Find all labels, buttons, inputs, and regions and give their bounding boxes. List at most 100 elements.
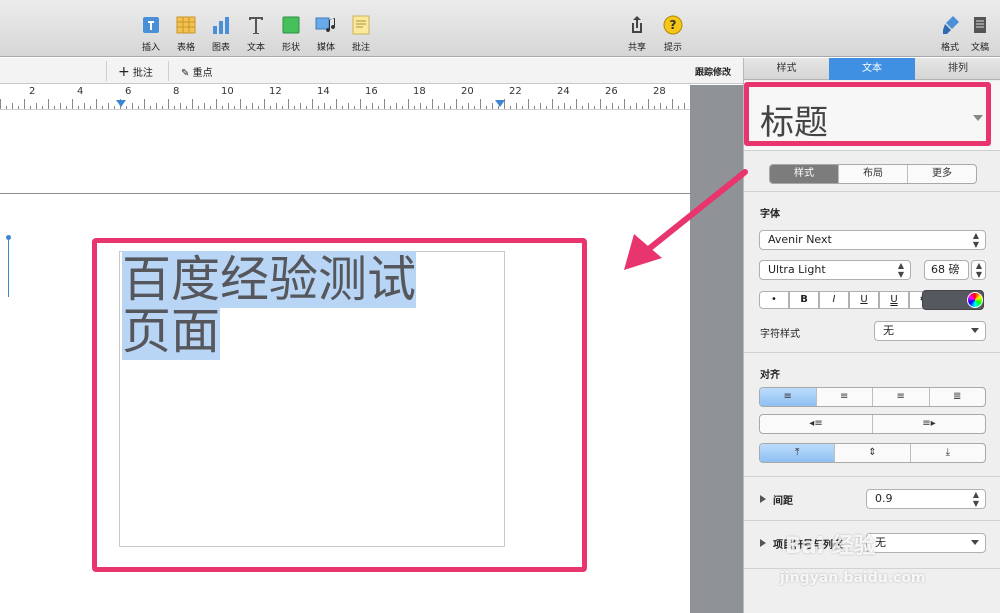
chart-button[interactable]: 图表 [203, 14, 239, 54]
align-right-button[interactable]: ≡ [873, 388, 930, 406]
ruler-tick [18, 106, 19, 109]
table-button[interactable]: 表格 [168, 14, 204, 54]
ruler-tick [312, 99, 313, 109]
color-wheel-icon[interactable] [967, 292, 983, 308]
ruler-number: 18 [413, 86, 426, 97]
font-size-field[interactable]: 68 磅 [924, 260, 969, 280]
annotation-frame-document [92, 238, 587, 572]
paintbrush-icon [943, 16, 959, 34]
insert-button[interactable]: 插入 [133, 14, 169, 54]
align-bottom-button[interactable]: ⤓ [911, 444, 985, 462]
font-size-stepper[interactable]: ▲ ▼ [971, 260, 986, 280]
align-center-button[interactable]: ≡ [817, 388, 873, 406]
ruler-tick [102, 106, 103, 109]
comment-button[interactable]: 批注 [343, 14, 379, 54]
ruler-tick [348, 103, 349, 109]
share-button[interactable]: 共享 [619, 14, 655, 54]
ruler-tick [384, 99, 385, 109]
track-changes-button[interactable]: 跟踪修改 [695, 65, 731, 78]
spacing-label[interactable]: 间距 [773, 492, 793, 507]
tab-arrange[interactable]: 排列 [915, 58, 1000, 80]
bold-button[interactable]: B [789, 291, 819, 309]
ruler-tick [630, 106, 631, 109]
updown-icon: ▲ ▼ [972, 490, 979, 508]
highlight-button[interactable]: ✎ 重点 [181, 64, 213, 79]
subtab-more[interactable]: 更多 [908, 165, 976, 183]
ruler-tick [600, 99, 601, 109]
ruler-tick [468, 103, 469, 109]
italic-button[interactable]: I [819, 291, 849, 309]
ruler-number: 12 [269, 86, 282, 97]
ruler-tick [456, 99, 457, 109]
indent-control: ◂≡ ≡▸ [759, 414, 986, 434]
tab-text[interactable]: 文本 [829, 58, 915, 80]
indent-marker[interactable] [495, 100, 505, 107]
separator [168, 61, 169, 81]
shape-button[interactable]: 形状 [273, 14, 309, 54]
updown-icon: ▲ ▼ [897, 261, 904, 279]
increase-indent-button[interactable]: ≡▸ [873, 415, 985, 433]
ruler-tick [96, 99, 97, 109]
watermark-brand: Bai 经验 [785, 534, 876, 559]
bullets-select[interactable]: 无 [866, 533, 986, 553]
ruler-tick [540, 103, 541, 109]
media-button[interactable]: 媒体 [308, 14, 344, 54]
subtab-layout[interactable]: 布局 [839, 165, 908, 183]
font-typeface-select[interactable]: Ultra Light ▲ ▼ [759, 260, 911, 280]
spacing-select[interactable]: 0.9 ▲ ▼ [866, 489, 986, 509]
annotation-arrow [624, 169, 748, 270]
shape-icon [282, 16, 300, 34]
insertion-cursor [8, 237, 9, 297]
add-comment-button[interactable]: + 批注 [118, 64, 153, 79]
chart-icon [213, 17, 229, 34]
document-button[interactable]: 文稿 [962, 14, 998, 54]
disclosure-triangle-icon[interactable] [760, 539, 766, 547]
disclosure-triangle-icon[interactable] [760, 495, 766, 503]
ruler-tick [678, 106, 679, 109]
tab-style[interactable]: 样式 [744, 58, 829, 80]
ruler-number: 2 [29, 86, 36, 97]
ruler-tick [42, 106, 43, 109]
char-style-value: 无 [883, 324, 894, 337]
align-middle-button[interactable]: ⇕ [835, 444, 911, 462]
justify-icon: ≣ [953, 391, 962, 402]
underline-button[interactable]: U [849, 291, 879, 309]
align-top-button[interactable]: ⤒ [760, 444, 836, 462]
ruler-tick [354, 106, 355, 109]
ruler-tick [426, 106, 427, 109]
ruler-tick [342, 106, 343, 109]
ruler-tick [12, 103, 13, 109]
ruler-tick [36, 103, 37, 109]
ruler-tick [198, 106, 199, 109]
ruler-tick [246, 106, 247, 109]
inspector-tabs: 样式 文本 排列 [744, 58, 1000, 80]
char-style-select[interactable]: 无 [874, 321, 986, 341]
indent-marker[interactable] [116, 100, 126, 107]
ruler-tick [324, 103, 325, 109]
tips-button[interactable]: ? 提示 [655, 14, 691, 54]
text-subtabs: 样式 布局 更多 [769, 164, 977, 184]
bullet-button[interactable]: • [759, 291, 789, 309]
horizontal-align-control: ≡ ≡ ≡ ≣ [759, 387, 986, 407]
spacing-value: 0.9 [875, 492, 893, 505]
share-icon [632, 16, 642, 33]
ruler-tick [582, 106, 583, 109]
font-family-select[interactable]: Avenir Next ▲ ▼ [759, 230, 986, 250]
text-button[interactable]: 文本 [238, 14, 274, 54]
justify-button[interactable]: ≣ [930, 388, 986, 406]
ruler-tick [360, 99, 361, 109]
ruler-tick [684, 103, 685, 109]
plus-icon: + [118, 64, 130, 80]
ruler-tick [636, 103, 637, 109]
align-left-button[interactable]: ≡ [760, 388, 817, 406]
double-underline-button[interactable]: U [879, 291, 909, 309]
ruler-tick [156, 103, 157, 109]
subtab-style[interactable]: 样式 [770, 165, 839, 183]
media-label: 媒体 [316, 43, 335, 53]
ruler[interactable]: 2 4 6 8 10 12 14 16 18 20 22 24 26 28 [0, 85, 691, 110]
updown-icon: ▲ ▼ [972, 231, 979, 249]
help-icon: ? [663, 15, 683, 35]
ruler-tick [516, 103, 517, 109]
decrease-indent-button[interactable]: ◂≡ [760, 415, 873, 433]
ruler-tick [624, 99, 625, 109]
